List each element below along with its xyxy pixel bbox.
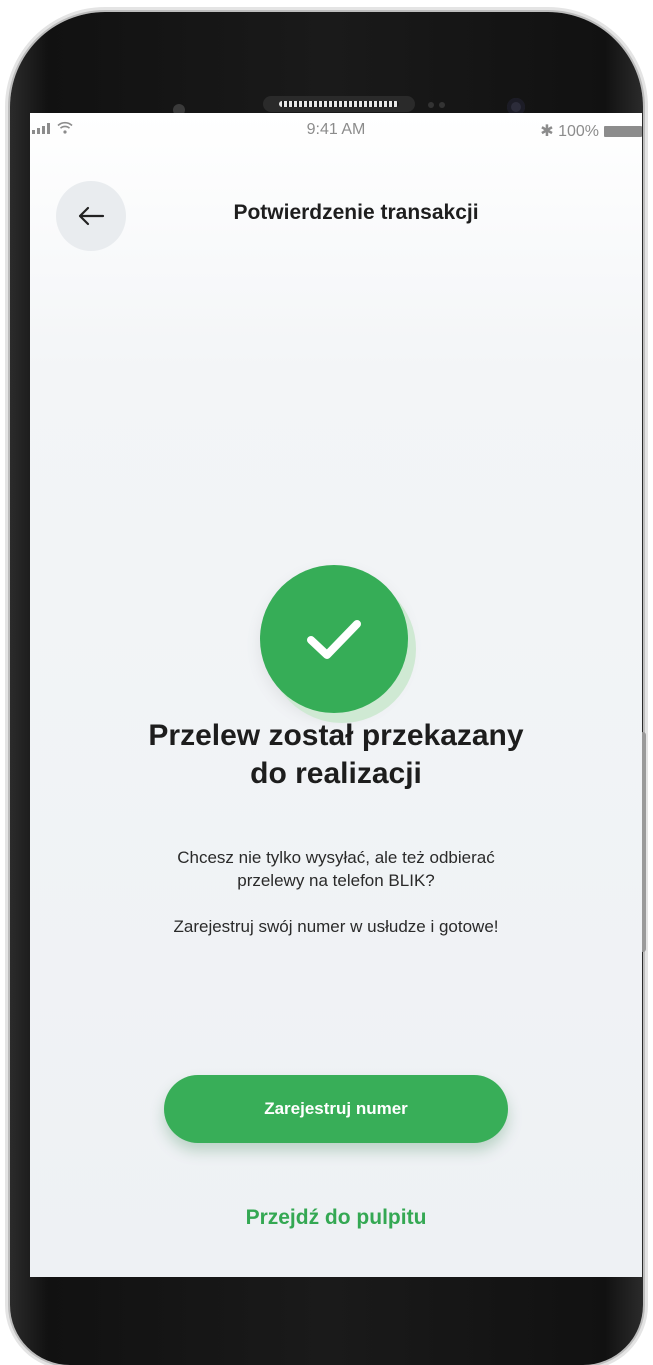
info-line-1: Chcesz nie tylko wysyłać, ale też odbier… (177, 848, 495, 867)
checkmark-icon (307, 620, 361, 659)
sensor-dots (428, 102, 458, 108)
earpiece-speaker (263, 96, 415, 112)
success-badge (260, 565, 408, 713)
success-heading: Przelew został przekazany do realizacji (70, 717, 602, 793)
info-paragraph: Chcesz nie tylko wysyłać, ale też odbier… (90, 846, 582, 892)
heading-line-1: Przelew został przekazany (148, 719, 524, 752)
app-screen: 9:41 AM ✱ 100% Potwierdzenie transakcji … (30, 113, 642, 1277)
page-title: Potwierdzenie transakcji (233, 201, 479, 224)
heading-line-2: do realizacji (250, 757, 422, 790)
cta-paragraph: Zarejestruj swój numer w usłudze i gotow… (173, 917, 499, 936)
status-bar: 9:41 AM ✱ 100% (30, 113, 642, 149)
speaker-grill (279, 101, 399, 107)
battery-percentage: ✱ 100% (540, 123, 599, 140)
status-right: ✱ 100% (540, 121, 642, 141)
battery-icon (604, 125, 642, 137)
go-to-dashboard-link[interactable]: Przejdź do pulpitu (30, 1206, 642, 1230)
register-number-button[interactable]: Zarejestruj numer (164, 1075, 508, 1143)
app-header: Potwierdzenie transakcji (30, 169, 642, 251)
info-line-2: przelewy na telefon BLIK? (237, 871, 435, 890)
